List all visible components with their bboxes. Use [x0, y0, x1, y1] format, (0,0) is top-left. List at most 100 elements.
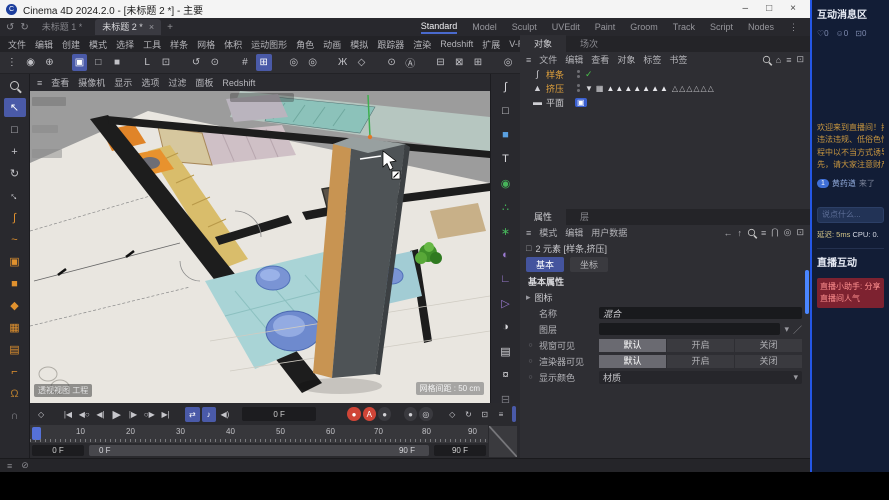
viewport-menu-filter[interactable]: 过滤 [168, 76, 186, 89]
timeline-slider-handle[interactable] [512, 406, 516, 422]
anim-dot-icon[interactable]: ○ [526, 374, 535, 381]
next-frame-icon[interactable]: |▶ [126, 407, 140, 422]
expand-icon[interactable]: ⊡ [796, 227, 804, 238]
search-icon[interactable] [763, 56, 770, 63]
range-end-field[interactable]: 90 F [434, 445, 486, 456]
pen-icon[interactable]: ／ [793, 323, 802, 336]
menu-mesh[interactable]: 网格 [197, 38, 215, 51]
visibility-dots-icon[interactable] [577, 70, 580, 78]
layout-tab-paint[interactable]: Paint [595, 22, 616, 32]
menu-edit[interactable]: 编辑 [35, 38, 53, 51]
range-start-field[interactable]: 0 F [32, 445, 84, 456]
spline-pen-icon[interactable]: ∫ [495, 78, 517, 96]
annotate-icon[interactable]: Ⓐ [402, 54, 418, 71]
selection-tags-hollow[interactable]: △△△△△△ [672, 84, 715, 93]
timeline-ruler[interactable]: 10 20 30 40 50 60 70 80 90 [30, 425, 488, 443]
filter-icon[interactable]: ≡ [761, 228, 766, 238]
minimize-button[interactable]: – [743, 0, 749, 18]
workplane-icon[interactable]: ⊡ [158, 54, 174, 71]
menu-spline[interactable]: 样条 [170, 38, 188, 51]
viewport-3d[interactable]: 透视视图 工程 网格间距 : 50 cm [30, 91, 490, 403]
add-keyframe-icon[interactable]: ◇ [34, 407, 48, 422]
am-menu-mode[interactable]: 模式 [539, 226, 557, 239]
cube-primitive-icon[interactable]: ■ [4, 274, 26, 293]
layout-tab-model[interactable]: Model [472, 22, 497, 32]
symmetry-icon[interactable]: ◇ [354, 54, 370, 71]
viewport-menu-redshift[interactable]: Redshift [222, 78, 255, 88]
sweep-icon[interactable]: ▤ [4, 340, 26, 359]
environment-icon[interactable]: ◑ [495, 318, 517, 336]
tab-attributes[interactable]: 属性 [520, 208, 566, 225]
doc-tab-1[interactable]: 未标题 1 * [35, 19, 90, 35]
scrollbar[interactable] [805, 270, 809, 314]
name-input[interactable]: 混合 [599, 307, 802, 319]
menu-file[interactable]: 文件 [8, 38, 26, 51]
menu-mograph[interactable]: 运动图形 [251, 38, 287, 51]
axis-center-icon[interactable]: ◎ [305, 54, 321, 71]
lathe-icon[interactable]: ▦ [4, 318, 26, 337]
next-key-icon[interactable]: ○▶ [142, 407, 156, 422]
menu-extensions[interactable]: 扩展 [482, 38, 500, 51]
render-view-icon[interactable]: ⊟ [433, 54, 449, 71]
menu-select[interactable]: 选择 [116, 38, 134, 51]
move-tool-icon[interactable]: + [4, 142, 26, 161]
bell-icon[interactable]: Ω [4, 384, 26, 403]
option-on[interactable]: 开启 [667, 355, 734, 368]
cloner-icon[interactable]: ∴ [495, 198, 517, 216]
record-objects-icon[interactable]: ● [347, 407, 360, 421]
om-menu-edit[interactable]: 编辑 [565, 53, 583, 66]
grid-icon[interactable]: # [237, 54, 253, 71]
scale-tool-icon[interactable]: ⊙ [207, 54, 223, 71]
record-position-icon[interactable]: ● [404, 407, 417, 421]
phong-tag-icon[interactable]: ▼ [585, 84, 593, 93]
menu-simulate[interactable]: 模拟 [350, 38, 368, 51]
menu-animate[interactable]: 动画 [323, 38, 341, 51]
hamburger-icon[interactable]: ≡ [526, 228, 531, 238]
field-icon[interactable]: ◐ [495, 246, 517, 264]
expand-icon[interactable]: ⊡ [796, 54, 804, 65]
play-icon[interactable]: ▶ [110, 407, 124, 422]
light-icon[interactable]: ¤ [495, 366, 517, 384]
visibility-dots-icon[interactable] [577, 84, 580, 92]
viewport-menu-cameras[interactable]: 摄像机 [78, 76, 105, 89]
maximize-button[interactable]: □ [766, 0, 772, 18]
sound-icon[interactable]: ♪ [202, 407, 216, 422]
layout-tab-script[interactable]: Script [710, 22, 733, 32]
anim-dot-icon[interactable]: ○ [526, 358, 535, 365]
psr-icon[interactable]: ◇ [445, 407, 459, 422]
render-picture-viewer-icon[interactable]: ⊠ [451, 54, 467, 71]
pyramid-primitive-icon[interactable]: ◆ [4, 296, 26, 315]
goto-end-icon[interactable]: ▶| [158, 407, 172, 422]
autokey-icon[interactable]: A [363, 407, 376, 421]
render-settings-icon[interactable]: ⊞ [470, 54, 486, 71]
redo-icon[interactable]: ↻ [20, 22, 28, 33]
tab-objects[interactable]: 对象 [520, 35, 566, 52]
close-button[interactable]: × [790, 0, 796, 18]
camera-icon[interactable]: ▤ [495, 342, 517, 360]
option-default[interactable]: 默认 [599, 355, 666, 368]
subdivision-surface-icon[interactable]: ◉ [495, 174, 517, 192]
object-name[interactable]: 挤压 [546, 82, 572, 95]
viewport-menu-options[interactable]: 选项 [141, 76, 159, 89]
viewport-menu-panel[interactable]: 面板 [195, 76, 213, 89]
arch-icon[interactable]: ⌐ [4, 362, 26, 381]
parameter-icon[interactable]: ↻ [461, 407, 475, 422]
menu-character[interactable]: 角色 [296, 38, 314, 51]
current-frame-field[interactable]: 0 F [242, 407, 316, 421]
texture-tag-icon[interactable]: ▣ [575, 98, 587, 107]
option-on[interactable]: 开启 [667, 339, 734, 352]
om-menu-tags[interactable]: 标签 [643, 53, 661, 66]
up-icon[interactable]: ↑ [737, 228, 742, 238]
viewport-menu-display[interactable]: 显示 [114, 76, 132, 89]
texture-mode-icon[interactable]: ■ [109, 54, 125, 71]
om-menu-objects[interactable]: 对象 [617, 53, 635, 66]
menu-mode[interactable]: 模式 [89, 38, 107, 51]
rotate-tool-icon[interactable]: ↺ [188, 54, 204, 71]
anim-dot-icon[interactable]: ○ [526, 342, 535, 349]
text-spline-icon[interactable]: T [495, 150, 517, 168]
am-menu-edit[interactable]: 编辑 [565, 226, 583, 239]
search-icon[interactable] [748, 229, 755, 236]
object-row-extrude[interactable]: ▲ 挤压 ▼ ▦ ▲▲▲▲▲▲▲ △△△△△△ [520, 81, 810, 95]
material-manager-icon[interactable]: ◎ [500, 54, 516, 71]
tab-takes[interactable]: 场次 [566, 35, 612, 52]
